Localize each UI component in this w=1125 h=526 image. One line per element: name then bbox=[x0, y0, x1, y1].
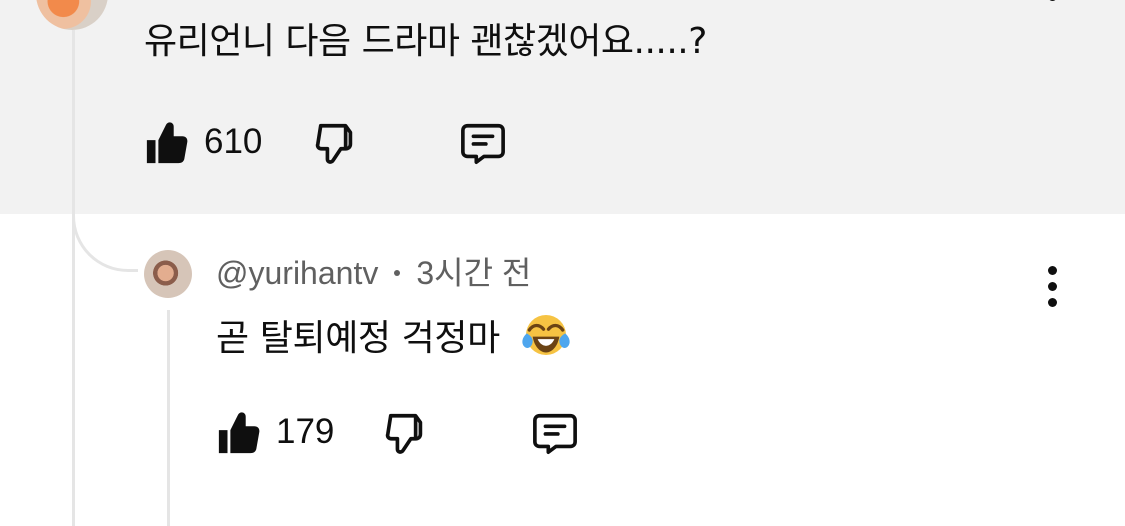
comment-bubble-icon[interactable] bbox=[532, 410, 578, 456]
reply-like-count: 179 bbox=[276, 412, 335, 451]
parent-comment-more-button[interactable] bbox=[1040, 0, 1064, 34]
more-vertical-icon-dot-middle bbox=[1048, 282, 1057, 291]
reply-connector-curve bbox=[72, 214, 138, 272]
thumb-down-outline-icon[interactable] bbox=[384, 410, 430, 456]
thumb-up-filled-icon[interactable] bbox=[144, 120, 190, 166]
reply-thread-line bbox=[167, 310, 170, 526]
reply-author-handle[interactable]: @yurihantv bbox=[216, 252, 378, 294]
reply-comment-text-line: 곧 탈퇴예정 걱정마 bbox=[216, 310, 571, 363]
thread-line bbox=[72, 30, 75, 526]
more-vertical-icon-dot-bottom bbox=[1048, 298, 1057, 307]
comment-bubble-icon[interactable] bbox=[460, 120, 506, 166]
reply-comment-actions: 179 bbox=[216, 406, 636, 460]
more-vertical-icon bbox=[1048, 0, 1057, 1]
parent-like-count: 610 bbox=[204, 122, 263, 161]
more-vertical-icon-dot-top bbox=[1048, 266, 1057, 275]
meta-separator-dot bbox=[394, 270, 401, 276]
reply-meta: @yurihantv 3시간 전 bbox=[216, 252, 531, 294]
reply-author-avatar[interactable] bbox=[144, 250, 192, 298]
thumb-down-outline-icon[interactable] bbox=[314, 120, 360, 166]
parent-comment-actions: 610 bbox=[144, 116, 564, 170]
parent-commenter-avatar[interactable] bbox=[36, 0, 108, 30]
highlighted-parent-comment: 유리언니 다음 드라마 괜찮겠어요.....? 610 bbox=[0, 0, 1125, 214]
reply-comment-text: 곧 탈퇴예정 걱정마 bbox=[216, 318, 500, 359]
face-with-tears-of-joy-icon bbox=[522, 315, 570, 355]
parent-comment-text: 유리언니 다음 드라마 괜찮겠어요.....? bbox=[144, 21, 707, 62]
comment-thread-screen: 유리언니 다음 드라마 괜찮겠어요.....? 610 @yurihantv 3… bbox=[0, 0, 1125, 526]
thumb-up-filled-icon[interactable] bbox=[216, 410, 262, 456]
reply-comment-more-button[interactable] bbox=[1040, 264, 1064, 310]
reply-timestamp: 3시간 전 bbox=[416, 255, 532, 291]
